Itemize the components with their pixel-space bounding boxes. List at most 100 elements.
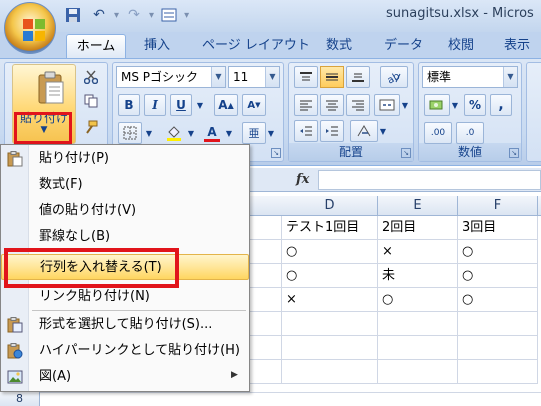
font-color-dropdown-icon[interactable]: ▼	[224, 122, 234, 144]
align-bottom-icon[interactable]	[346, 66, 370, 88]
menu-item-picture[interactable]: 図(A)	[1, 364, 249, 390]
increase-decimal-button[interactable]: .00	[424, 122, 452, 144]
tab-insert[interactable]: 挿入	[136, 34, 178, 58]
italic-button[interactable]: I	[144, 94, 166, 116]
menu-item-paste-values[interactable]: 値の貼り付け(V)	[1, 198, 249, 224]
tab-formulas[interactable]: 数式	[318, 34, 360, 58]
cell-f8[interactable]	[458, 360, 538, 384]
cell-d6[interactable]	[282, 312, 378, 336]
cut-icon[interactable]	[80, 66, 102, 88]
cell-f2[interactable]: 3回目	[458, 216, 538, 240]
menu-item-paste[interactable]: 貼り付け(P)	[1, 146, 249, 172]
phonetic-dropdown-icon[interactable]: ▼	[266, 122, 276, 144]
format-painter-icon[interactable]	[80, 116, 102, 138]
cell-d8[interactable]	[282, 360, 378, 384]
tab-view[interactable]: 表示	[496, 34, 538, 58]
align-top-icon[interactable]	[294, 66, 318, 88]
office-button[interactable]	[4, 2, 56, 54]
cell-c5[interactable]	[250, 288, 282, 312]
font-launcher-icon[interactable]: ↘	[271, 148, 281, 158]
decrease-indent-icon[interactable]	[294, 120, 318, 142]
bold-button[interactable]: B	[118, 94, 140, 116]
row-header-bottom[interactable]: 8	[0, 392, 40, 406]
borders-icon[interactable]	[118, 122, 142, 144]
save-icon[interactable]	[62, 5, 84, 25]
undo-dropdown-icon[interactable]: ▾	[114, 10, 119, 21]
align-left-icon[interactable]	[294, 94, 318, 116]
number-format-dropdown-icon[interactable]: ▼	[503, 67, 517, 87]
number-format-field[interactable]: 標準 ▼	[422, 66, 518, 88]
tab-data[interactable]: データ	[376, 34, 431, 58]
cell-c3[interactable]	[250, 240, 282, 264]
cell-d5[interactable]: ×	[282, 288, 378, 312]
cell-c2[interactable]	[250, 216, 282, 240]
cell-e7[interactable]	[378, 336, 458, 360]
formula-input[interactable]	[318, 170, 541, 190]
grow-font-button[interactable]: A ▲	[214, 94, 238, 116]
copy-icon[interactable]	[80, 90, 102, 112]
phonetic-button[interactable]: 亜	[242, 122, 266, 144]
cell-f4[interactable]: ○	[458, 264, 538, 288]
cell-f6[interactable]	[458, 312, 538, 336]
cell-c7[interactable]	[250, 336, 282, 360]
fill-color-icon[interactable]	[162, 122, 186, 144]
align-center-icon[interactable]	[320, 94, 344, 116]
font-size-dropdown-icon[interactable]: ▼	[265, 67, 279, 87]
cell-d2[interactable]: テスト1回目	[282, 216, 378, 240]
menu-item-paste-hyperlink[interactable]: ハイパーリンクとして貼り付け(H)	[1, 338, 249, 364]
customize-qat-icon[interactable]: ▾	[184, 10, 189, 21]
increase-indent-icon[interactable]	[320, 120, 344, 142]
cell-f5[interactable]: ○	[458, 288, 538, 312]
tab-home[interactable]: ホーム	[66, 34, 126, 58]
cell-c6[interactable]	[250, 312, 282, 336]
redo-dropdown-icon[interactable]: ▾	[149, 10, 154, 21]
orientation-icon[interactable]: ab	[380, 66, 408, 88]
insert-function-icon[interactable]: fx	[296, 172, 309, 187]
font-size-field[interactable]: 11 ▼	[228, 66, 280, 88]
font-name-field[interactable]: MS Pゴシック ▼	[116, 66, 226, 88]
column-header-e[interactable]: E	[378, 196, 458, 216]
cell-e8[interactable]	[378, 360, 458, 384]
undo-icon[interactable]: ↶	[88, 5, 110, 25]
borders-dropdown-icon[interactable]: ▼	[144, 122, 154, 144]
font-color-button[interactable]: A	[200, 122, 224, 144]
underline-dropdown-icon[interactable]: ▼	[194, 94, 206, 116]
cell-e6[interactable]	[378, 312, 458, 336]
font-name-dropdown-icon[interactable]: ▼	[211, 67, 225, 87]
cell-e5[interactable]: ○	[378, 288, 458, 312]
column-header-f[interactable]: F	[458, 196, 538, 216]
cell-e4[interactable]: 未	[378, 264, 458, 288]
cell-c8[interactable]	[250, 360, 282, 384]
underline-button[interactable]: U	[170, 94, 192, 116]
menu-item-paste-special[interactable]: 形式を選択して貼り付け(S)...	[1, 312, 249, 338]
alignment-launcher-icon[interactable]: ↘	[401, 148, 411, 158]
align-right-icon[interactable]	[346, 94, 370, 116]
cell-e2[interactable]: 2回目	[378, 216, 458, 240]
comma-button[interactable]: ,	[490, 94, 512, 116]
column-header-d[interactable]: D	[282, 196, 378, 216]
cell-e3[interactable]: ×	[378, 240, 458, 264]
tab-page-layout[interactable]: ページ レイアウト	[194, 34, 318, 58]
tab-review[interactable]: 校閲	[440, 34, 482, 58]
form-icon[interactable]	[158, 5, 180, 25]
redo-icon[interactable]: ↷	[123, 5, 145, 25]
percent-button[interactable]: %	[464, 94, 486, 116]
shrink-font-button[interactable]: A ▼	[242, 94, 266, 116]
cell-d3[interactable]: ○	[282, 240, 378, 264]
wrap-text-icon[interactable]	[350, 120, 378, 142]
cell-f3[interactable]: ○	[458, 240, 538, 264]
fill-color-dropdown-icon[interactable]: ▼	[186, 122, 196, 144]
cell-c4[interactable]	[250, 264, 282, 288]
merge-dropdown-icon[interactable]: ▼	[400, 94, 410, 116]
accounting-dropdown-icon[interactable]: ▼	[450, 94, 460, 116]
menu-item-no-borders[interactable]: 罫線なし(B)	[1, 224, 249, 250]
cell-f7[interactable]	[458, 336, 538, 360]
decrease-decimal-button[interactable]: .0	[456, 122, 484, 144]
number-launcher-icon[interactable]: ↘	[509, 148, 519, 158]
accounting-format-icon[interactable]	[424, 94, 450, 116]
cell-d4[interactable]: ○	[282, 264, 378, 288]
merge-center-icon[interactable]	[374, 94, 400, 116]
menu-item-formulas[interactable]: 数式(F)	[1, 172, 249, 198]
align-middle-icon[interactable]	[320, 66, 344, 88]
cell-d7[interactable]	[282, 336, 378, 360]
